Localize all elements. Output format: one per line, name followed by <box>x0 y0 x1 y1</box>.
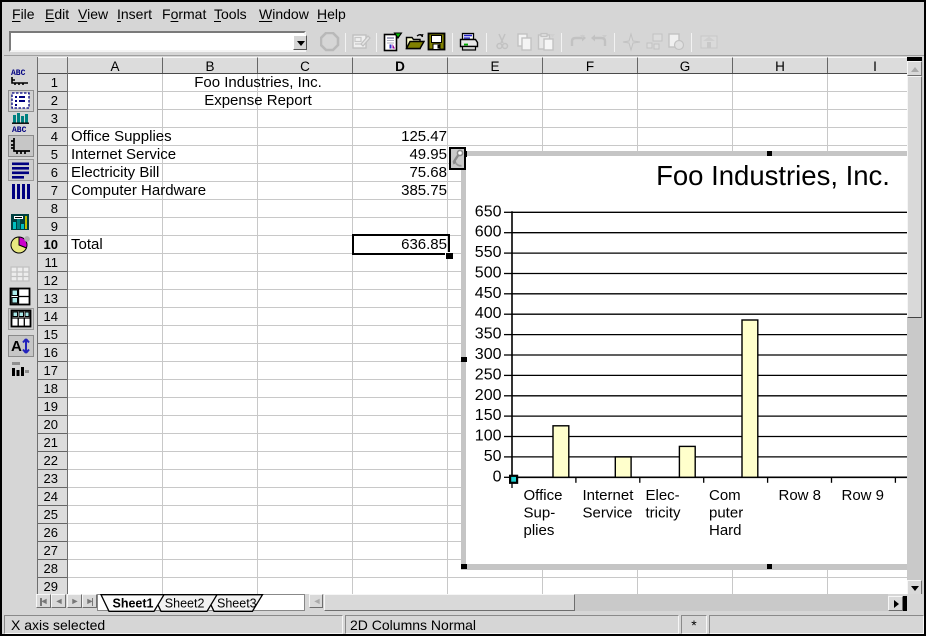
svg-text:Row 9: Row 9 <box>842 487 885 504</box>
svg-text:600: 600 <box>475 224 502 241</box>
svg-text:OfficeSup-plies: OfficeSup-plies <box>524 487 563 539</box>
svg-text:A: A <box>11 338 22 355</box>
svg-text:Foo Industries, Inc.: Foo Industries, Inc. <box>656 160 890 191</box>
svg-text:Row 8: Row 8 <box>779 487 822 504</box>
svg-text:Elec-tricity: Elec-tricity <box>646 487 681 522</box>
svg-text:350: 350 <box>475 326 502 343</box>
svg-text:50: 50 <box>484 448 502 465</box>
svg-text:300: 300 <box>475 346 502 363</box>
svg-text:ABC: ABC <box>12 126 27 134</box>
svg-text:ComputerHard: ComputerHard <box>709 487 743 539</box>
svg-text:550: 550 <box>475 244 502 261</box>
svg-text:400: 400 <box>475 305 502 322</box>
svg-text:500: 500 <box>475 265 502 282</box>
svg-text:0: 0 <box>493 468 502 485</box>
svg-text:450: 450 <box>475 285 502 302</box>
svg-text:Sheet3: Sheet3 <box>217 597 257 611</box>
svg-text:100: 100 <box>475 428 502 445</box>
svg-text:150: 150 <box>475 407 502 424</box>
svg-text:ABC: ABC <box>11 69 26 78</box>
svg-text:Sheet2: Sheet2 <box>165 597 205 611</box>
svg-text:650: 650 <box>475 203 502 220</box>
svg-text:250: 250 <box>475 366 502 383</box>
svg-text:Sheet1: Sheet1 <box>113 597 154 611</box>
svg-text:200: 200 <box>475 387 502 404</box>
svg-text:InternetService: InternetService <box>583 487 635 522</box>
